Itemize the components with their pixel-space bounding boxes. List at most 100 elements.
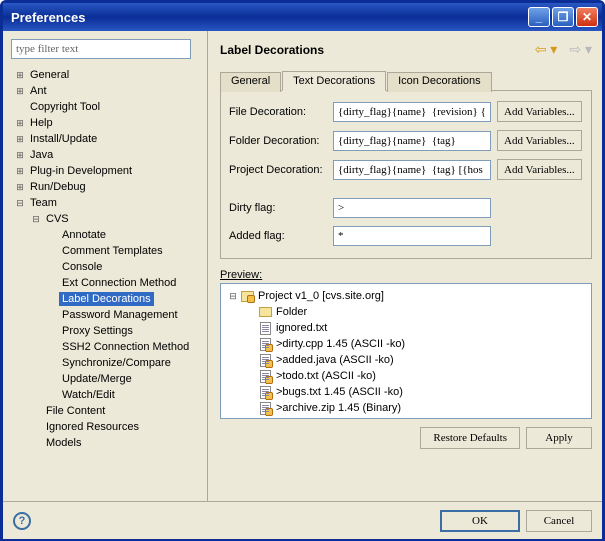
preview-row: >todo.txt (ASCII -ko) — [223, 368, 589, 384]
added-flag-label: Added flag: — [229, 230, 333, 242]
tree-item-comment-templates[interactable]: Comment Templates — [11, 243, 201, 259]
tree-item-proxy-settings[interactable]: Proxy Settings — [11, 323, 201, 339]
tabs: General Text Decorations Icon Decoration… — [220, 70, 592, 91]
expand-icon[interactable]: ⊞ — [13, 150, 27, 161]
tree-item-cvs[interactable]: ⊟CVS — [11, 211, 201, 227]
collapse-icon: ⊟ — [227, 291, 239, 302]
tree-item-help[interactable]: ⊞Help — [11, 115, 201, 131]
preference-tree[interactable]: ⊞General⊞AntCopyright Tool⊞Help⊞Install/… — [11, 65, 201, 495]
expand-icon[interactable]: ⊞ — [13, 134, 27, 145]
minimize-button[interactable]: _ — [528, 7, 550, 27]
tree-item-plug-in-development[interactable]: ⊞Plug-in Development — [11, 163, 201, 179]
expand-icon[interactable]: ⊞ — [13, 166, 27, 177]
ok-button[interactable]: OK — [440, 510, 520, 532]
folder-icon — [257, 305, 273, 319]
preview-row: Folder — [223, 304, 589, 320]
file-decoration-input[interactable] — [333, 102, 491, 122]
tree-item-watch-edit[interactable]: Watch/Edit — [11, 387, 201, 403]
tree-item-install-update[interactable]: ⊞Install/Update — [11, 131, 201, 147]
file-decoration-label: File Decoration: — [229, 106, 333, 118]
tree-item-label: General — [27, 68, 72, 82]
maximize-button[interactable]: ❐ — [552, 7, 574, 27]
tree-item-label: Ignored Resources — [43, 420, 142, 434]
back-icon[interactable]: ⇦ ▾ — [535, 41, 558, 58]
preview-text: >dirty.cpp 1.45 (ASCII -ko) — [276, 338, 405, 350]
tree-item-models[interactable]: Models — [11, 435, 201, 451]
filter-input[interactable] — [11, 39, 191, 59]
preview-row: >dirty.cpp 1.45 (ASCII -ko) — [223, 336, 589, 352]
tree-item-java[interactable]: ⊞Java — [11, 147, 201, 163]
tree-item-file-content[interactable]: File Content — [11, 403, 201, 419]
tree-item-ignored-resources[interactable]: Ignored Resources — [11, 419, 201, 435]
help-icon[interactable]: ? — [13, 512, 31, 530]
tree-item-annotate[interactable]: Annotate — [11, 227, 201, 243]
tree-item-label: Models — [43, 436, 84, 450]
preview-label: Preview: — [220, 269, 592, 281]
add-variables-file-button[interactable]: Add Variables... — [497, 101, 582, 122]
tree-item-label: Annotate — [59, 228, 109, 242]
tab-icon-decorations[interactable]: Icon Decorations — [387, 72, 492, 92]
tree-item-label: CVS — [43, 212, 72, 226]
tree-item-label: Java — [27, 148, 56, 162]
expand-icon[interactable]: ⊞ — [13, 86, 27, 97]
tree-item-label: Copyright Tool — [27, 100, 103, 114]
preview-row: >bugs.txt 1.45 (ASCII -ko) — [223, 384, 589, 400]
tree-item-label: Watch/Edit — [59, 388, 118, 402]
tree-item-label: Run/Debug — [27, 180, 89, 194]
tree-item-label: Console — [59, 260, 105, 274]
collapse-icon[interactable]: ⊟ — [13, 198, 27, 209]
tree-item-run-debug[interactable]: ⊞Run/Debug — [11, 179, 201, 195]
file-cvs-icon — [257, 401, 273, 415]
tree-item-password-management[interactable]: Password Management — [11, 307, 201, 323]
close-button[interactable]: ✕ — [576, 7, 598, 27]
project-decoration-input[interactable] — [333, 160, 491, 180]
preview-row: >added.java (ASCII -ko) — [223, 352, 589, 368]
text-decorations-form: File Decoration: Add Variables... Folder… — [220, 91, 592, 259]
tree-item-label: Password Management — [59, 308, 181, 322]
tree-item-label-decorations[interactable]: Label Decorations — [11, 291, 201, 307]
tree-item-label: File Content — [43, 404, 108, 418]
tree-item-ant[interactable]: ⊞Ant — [11, 83, 201, 99]
tree-item-label: Ext Connection Method — [59, 276, 179, 290]
preview-row: ⊟ Project v1_0 [cvs.site.org] — [223, 288, 589, 304]
preview-row: ignored.txt — [223, 320, 589, 336]
expand-icon[interactable]: ⊞ — [13, 118, 27, 129]
tree-item-ext-connection-method[interactable]: Ext Connection Method — [11, 275, 201, 291]
preview-text: Project v1_0 [cvs.site.org] — [258, 290, 384, 302]
tree-item-synchronize-compare[interactable]: Synchronize/Compare — [11, 355, 201, 371]
file-cvs-icon — [257, 385, 273, 399]
preview-text: ignored.txt — [276, 322, 327, 334]
add-variables-folder-button[interactable]: Add Variables... — [497, 130, 582, 151]
preview-box: ⊟ Project v1_0 [cvs.site.org] Folder ignore… — [220, 283, 592, 419]
tree-item-update-merge[interactable]: Update/Merge — [11, 371, 201, 387]
preview-text: >bugs.txt 1.45 (ASCII -ko) — [276, 386, 403, 398]
folder-decoration-input[interactable] — [333, 131, 491, 151]
dirty-flag-input[interactable] — [333, 198, 491, 218]
expand-icon[interactable]: ⊞ — [13, 70, 27, 81]
project-icon — [239, 289, 255, 303]
main-panel: Label Decorations ⇦ ▾ ⇨ ▾ General Text D… — [208, 31, 602, 501]
tree-item-label: Label Decorations — [59, 292, 154, 306]
tree-item-team[interactable]: ⊟Team — [11, 195, 201, 211]
collapse-icon[interactable]: ⊟ — [29, 214, 43, 225]
dirty-flag-label: Dirty flag: — [229, 202, 333, 214]
folder-decoration-label: Folder Decoration: — [229, 135, 333, 147]
cancel-button[interactable]: Cancel — [526, 510, 592, 532]
titlebar: Preferences _ ❐ ✕ — [3, 3, 602, 31]
tree-item-label: Update/Merge — [59, 372, 135, 386]
expand-icon[interactable]: ⊞ — [13, 182, 27, 193]
tree-item-label: Synchronize/Compare — [59, 356, 174, 370]
tree-item-label: Ant — [27, 84, 50, 98]
preview-text: >archive.zip 1.45 (Binary) — [276, 402, 401, 414]
restore-defaults-button[interactable]: Restore Defaults — [420, 427, 520, 449]
tree-item-general[interactable]: ⊞General — [11, 67, 201, 83]
tree-item-ssh2-connection-method[interactable]: SSH2 Connection Method — [11, 339, 201, 355]
added-flag-input[interactable] — [333, 226, 491, 246]
apply-button[interactable]: Apply — [526, 427, 592, 449]
tab-text-decorations[interactable]: Text Decorations — [282, 71, 386, 91]
tab-general[interactable]: General — [220, 72, 281, 92]
tree-item-copyright-tool[interactable]: Copyright Tool — [11, 99, 201, 115]
tree-item-console[interactable]: Console — [11, 259, 201, 275]
add-variables-project-button[interactable]: Add Variables... — [497, 159, 582, 180]
content: ⊞General⊞AntCopyright Tool⊞Help⊞Install/… — [3, 31, 602, 501]
